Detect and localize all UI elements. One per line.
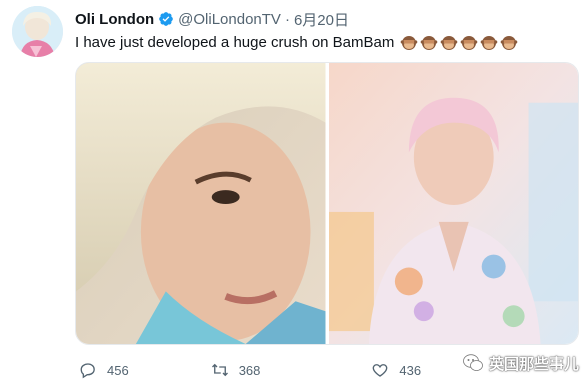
tweet-text: I have just developed a huge crush on Ba… xyxy=(75,33,518,53)
emoji-row xyxy=(400,34,518,52)
tweet-date[interactable]: 6月20日 xyxy=(294,9,349,30)
wechat-icon xyxy=(462,352,484,374)
see-no-evil-monkey-icon xyxy=(480,34,498,52)
tweet-media xyxy=(75,62,579,345)
like-button[interactable]: 436 xyxy=(371,361,421,379)
reply-button[interactable]: 456 xyxy=(79,361,129,379)
see-no-evil-monkey-icon xyxy=(420,34,438,52)
heart-icon xyxy=(373,364,388,377)
retweet-button[interactable]: 368 xyxy=(211,361,261,379)
author-handle[interactable]: @OliLondonTV xyxy=(178,11,281,28)
tweet-body: I have just developed a huge crush on Ba… xyxy=(75,34,395,51)
retweet-icon xyxy=(211,363,228,377)
like-count: 436 xyxy=(399,362,422,378)
header-separator: · xyxy=(284,10,290,28)
reply-icon xyxy=(80,363,95,379)
photo-left[interactable] xyxy=(76,63,326,344)
watermark-text: 英国那些事儿 xyxy=(489,355,580,373)
verified-badge-icon xyxy=(158,11,174,27)
author-avatar[interactable] xyxy=(12,6,63,57)
tweet-header: Oli London @OliLondonTV · 6月20日 xyxy=(75,9,349,29)
see-no-evil-monkey-icon xyxy=(500,34,518,52)
retweet-count: 368 xyxy=(238,362,261,378)
see-no-evil-monkey-icon xyxy=(400,34,418,52)
reply-count: 456 xyxy=(107,362,129,378)
see-no-evil-monkey-icon xyxy=(460,34,478,52)
photo-right[interactable] xyxy=(328,63,578,344)
watermark: 英国那些事儿 xyxy=(462,352,579,374)
author-display-name[interactable]: Oli London xyxy=(75,11,154,28)
see-no-evil-monkey-icon xyxy=(440,34,458,52)
